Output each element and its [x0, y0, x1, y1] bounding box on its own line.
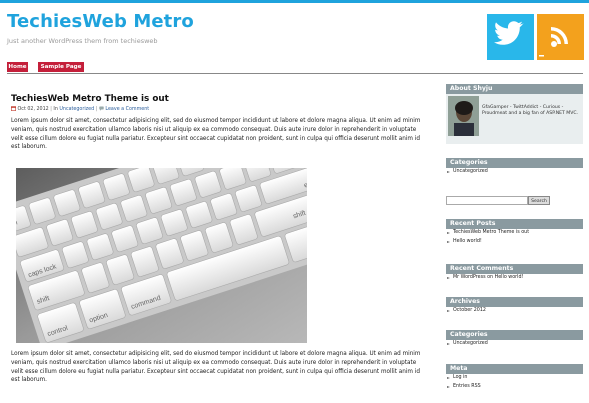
widget-title: Recent Posts: [446, 219, 583, 229]
recent-comment-link[interactable]: Mr WordPress on Hello world!: [446, 274, 583, 283]
twitter-bird-icon: [493, 21, 524, 45]
widget-title: Categories: [446, 330, 583, 340]
search-button[interactable]: Search: [528, 196, 550, 205]
rss-tile[interactable]: [537, 14, 584, 60]
header-divider: [7, 73, 583, 74]
post-meta: Oct 02, 2012 | In Uncategorized | Leave …: [11, 106, 149, 112]
nav-home[interactable]: Home: [7, 62, 28, 72]
site-tagline: Just another WordPress them from techies…: [7, 37, 158, 45]
twitter-tile[interactable]: [487, 14, 534, 60]
widget-title: Recent Comments: [446, 264, 583, 274]
top-accent-line: [0, 0, 589, 3]
widget-meta: Meta Log in Entries RSS: [446, 364, 583, 391]
post-comment-link[interactable]: Leave a Comment: [105, 107, 149, 112]
meta-login-link[interactable]: Log in: [446, 374, 583, 383]
post-paragraph: Lorem ipsum dolor sit amet, consectetur …: [11, 351, 421, 384]
avatar: [448, 96, 479, 136]
category-link[interactable]: Uncategorized: [446, 340, 583, 349]
widget-title: Archives: [446, 297, 583, 307]
post-keyboard-image: return shift enter caps lock shift optio…: [16, 168, 307, 343]
nav-sample-page[interactable]: Sample Page: [38, 62, 84, 72]
post-in-label: In: [53, 107, 58, 112]
post-title[interactable]: TechiesWeb Metro Theme is out: [11, 94, 169, 104]
widget-recent-posts: Recent Posts TechiesWeb Metro Theme is o…: [446, 219, 583, 246]
widget-title: Meta: [446, 364, 583, 374]
about-text: GfaGamper - TwittAddict - Curious - Prou…: [482, 105, 579, 116]
widget-title: About Shyju: [446, 84, 583, 94]
widget-categories-2: Categories Uncategorized: [446, 330, 583, 349]
about-body: GfaGamper - TwittAddict - Curious - Prou…: [446, 94, 583, 144]
widget-title: Categories: [446, 158, 583, 168]
calendar-icon: [11, 106, 17, 111]
widget-about: About Shyju GfaGamper - TwittAddict - Cu…: [446, 84, 583, 144]
widget-archives: Archives October 2012: [446, 297, 583, 316]
recent-post-link[interactable]: TechiesWeb Metro Theme is out: [446, 229, 583, 238]
archive-link[interactable]: October 2012: [446, 307, 583, 316]
site-title[interactable]: TechiesWeb Metro: [7, 11, 194, 32]
search-input[interactable]: [446, 196, 528, 205]
post-date: Oct 02, 2012: [17, 107, 49, 112]
rss-feed-icon: [539, 27, 568, 57]
recent-post-link[interactable]: Hello world!: [446, 238, 583, 247]
meta-entries-rss-link[interactable]: Entries RSS: [446, 383, 583, 392]
post-paragraph: Lorem ipsum dolor sit amet, consectetur …: [11, 118, 421, 151]
post-category-link[interactable]: Uncategorized: [59, 107, 94, 112]
category-link[interactable]: Uncategorized: [446, 168, 583, 177]
widget-categories: Categories Uncategorized: [446, 158, 583, 177]
comment-icon: [99, 106, 104, 111]
widget-recent-comments: Recent Comments Mr WordPress on Hello wo…: [446, 264, 583, 283]
